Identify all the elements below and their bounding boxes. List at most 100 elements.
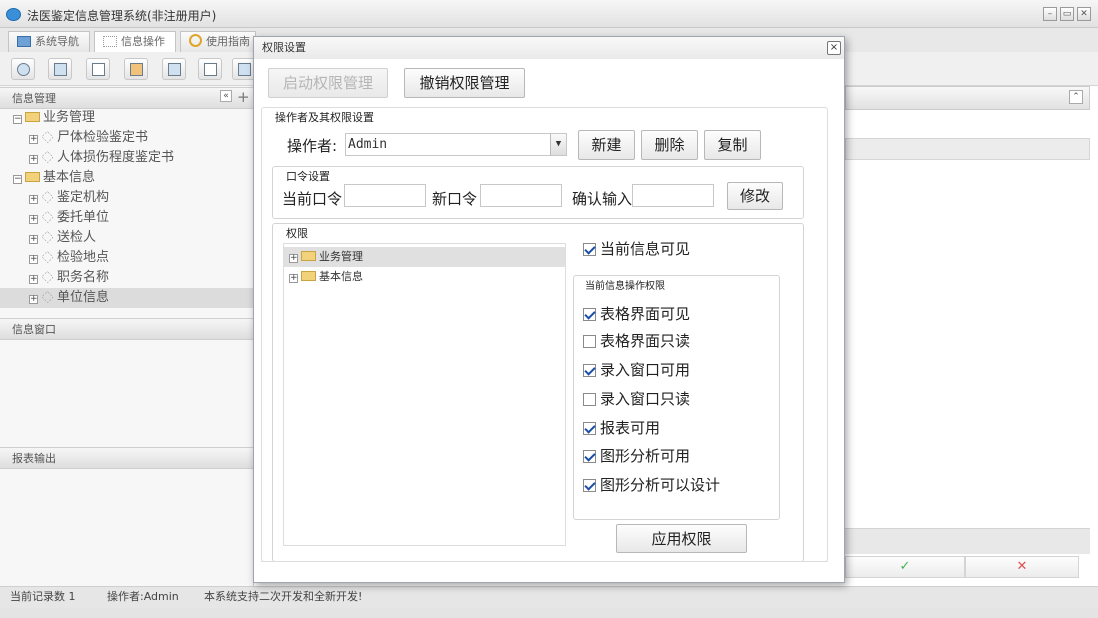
operator-select[interactable]: Admin ▼ (345, 133, 567, 156)
tab-info-ops[interactable]: 信息操作 (94, 31, 176, 52)
grid-footer (845, 528, 1090, 554)
tree-node[interactable]: + 鉴定机构 (0, 188, 254, 208)
expand-icon[interactable]: + (29, 255, 38, 264)
collapse-icon[interactable]: − (13, 175, 22, 184)
expand-icon[interactable]: + (289, 254, 298, 263)
tree-node[interactable]: + 送检人 (0, 228, 254, 248)
tab-label: 使用指南 (206, 35, 250, 48)
operator-settings-legend: 操作者及其权限设置 (273, 109, 376, 125)
tree-node[interactable]: + 检验地点 (0, 248, 254, 268)
operation-checkbox[interactable] (583, 479, 596, 492)
tool-icon (41, 210, 54, 224)
operation-checkbox[interactable] (583, 422, 596, 435)
maximize-icon[interactable]: ▭ (1060, 7, 1074, 21)
tree-node[interactable]: + 委托单位 (0, 208, 254, 228)
window-tool-icon[interactable] (162, 58, 186, 80)
checkbox-label: 表格界面只读 (600, 332, 691, 350)
user-tool-icon[interactable] (124, 58, 148, 80)
search-tool-icon[interactable] (11, 58, 35, 80)
expand-icon[interactable]: + (29, 135, 38, 144)
cancel-button[interactable]: ✕ (965, 556, 1079, 578)
operator-label: 操作者: (287, 137, 338, 155)
tool-icon (41, 130, 54, 144)
visible-checkbox-row[interactable]: 当前信息可见 (583, 238, 690, 259)
confirm-button[interactable]: ✓ (845, 556, 965, 578)
app-logo-icon (6, 8, 21, 21)
operation-checkbox-row[interactable]: 表格界面可见 (583, 303, 690, 324)
expand-icon[interactable]: + (29, 295, 38, 304)
expand-icon[interactable]: + (29, 155, 38, 164)
panel-title: 信息管理 (12, 92, 56, 105)
add-icon[interactable]: + (237, 88, 250, 106)
operation-checkbox-row[interactable]: 报表可用 (583, 417, 660, 438)
export-tool-icon[interactable] (198, 58, 222, 80)
info-window-header: 信息窗口 (0, 318, 254, 340)
collapse-icon[interactable]: − (13, 115, 22, 124)
operation-checkbox-row[interactable]: 图形分析可以设计 (583, 474, 720, 495)
tool-icon (41, 290, 54, 304)
expand-icon[interactable]: + (289, 274, 298, 283)
business-tree: − 业务管理 + 尸体检验鉴定书 + 人体损伤程度鉴定书 − 基本信息 + 鉴定机构 + 委托单位 + 送… (0, 108, 254, 308)
dialog-close-icon[interactable]: × (827, 41, 841, 55)
visible-checkbox[interactable] (583, 243, 596, 256)
operation-checkbox[interactable] (583, 364, 596, 377)
tree-node[interactable]: − 基本信息 (0, 168, 254, 188)
operation-checkbox-row[interactable]: 录入窗口可用 (583, 359, 690, 380)
check-icon: ✓ (899, 559, 911, 574)
tree-node-label: 鉴定机构 (57, 190, 110, 205)
tree-node-label: 基本信息 (43, 170, 96, 185)
tab-user-guide[interactable]: 使用指南 (180, 31, 256, 52)
folder-icon (301, 271, 316, 281)
operation-checkbox-row[interactable]: 录入窗口只读 (583, 388, 690, 409)
minimize-icon[interactable]: – (1043, 7, 1057, 21)
close-icon[interactable]: ✕ (1077, 7, 1091, 21)
confirm-password-input[interactable] (632, 184, 714, 207)
checkbox-label: 图形分析可以设计 (600, 476, 721, 494)
tree-node[interactable]: + 尸体检验鉴定书 (0, 128, 254, 148)
operation-checkbox[interactable] (583, 308, 596, 321)
expand-icon[interactable]: + (29, 235, 38, 244)
expand-icon[interactable]: + (29, 195, 38, 204)
operation-checkbox[interactable] (583, 450, 596, 463)
list-tool-icon[interactable] (48, 58, 72, 80)
checkbox-label: 当前信息可见 (600, 240, 691, 258)
tree-node[interactable]: − 业务管理 (0, 108, 254, 128)
permission-tree-item[interactable]: + 基本信息 (284, 267, 565, 287)
collapse-left-icon[interactable]: « (220, 90, 232, 102)
expand-icon[interactable]: + (29, 215, 38, 224)
tree-node[interactable]: + 职务名称 (0, 268, 254, 288)
checkbox-label: 图形分析可用 (600, 447, 691, 465)
permission-tree-item[interactable]: + 业务管理 (284, 247, 565, 267)
tree-node[interactable]: + 单位信息 (0, 288, 254, 308)
checkbox-label: 表格界面可见 (600, 305, 691, 323)
tree-node-label: 职务名称 (57, 270, 110, 285)
copy-operator-button[interactable]: 复制 (704, 130, 761, 160)
modify-password-button[interactable]: 修改 (727, 182, 783, 210)
help-circle-icon (189, 34, 202, 47)
tool-icon (41, 270, 54, 284)
operation-checkbox[interactable] (583, 335, 596, 348)
operation-checkbox-row[interactable]: 图形分析可用 (583, 445, 690, 466)
tree-node[interactable]: + 人体损伤程度鉴定书 (0, 148, 254, 168)
tree-node-label: 尸体检验鉴定书 (57, 130, 149, 145)
revoke-permission-button[interactable]: 撤销权限管理 (404, 68, 525, 98)
operation-checkbox-row[interactable]: 表格界面只读 (583, 330, 690, 351)
expand-icon[interactable]: + (29, 275, 38, 284)
operator-value: Admin (348, 137, 388, 152)
collapse-up-icon[interactable]: ⌃ (1069, 90, 1083, 104)
new-operator-button[interactable]: 新建 (578, 130, 635, 160)
monitor-icon (17, 36, 31, 47)
new-password-input[interactable] (480, 184, 562, 207)
apply-permission-button[interactable]: 应用权限 (616, 524, 747, 553)
delete-operator-button[interactable]: 删除 (641, 130, 698, 160)
enable-permission-button[interactable]: 启动权限管理 (268, 68, 388, 98)
current-password-input[interactable] (344, 184, 426, 207)
checkbox-label: 录入窗口可用 (600, 361, 691, 379)
operation-checkbox[interactable] (583, 393, 596, 406)
tool-icon (41, 190, 54, 204)
record-count: 当前记录数 1 (10, 590, 76, 603)
chevron-down-icon: ▼ (550, 134, 566, 155)
tab-system-nav[interactable]: 系统导航 (8, 31, 90, 52)
document-tool-icon[interactable] (86, 58, 110, 80)
tree-label: 基本信息 (319, 270, 363, 283)
